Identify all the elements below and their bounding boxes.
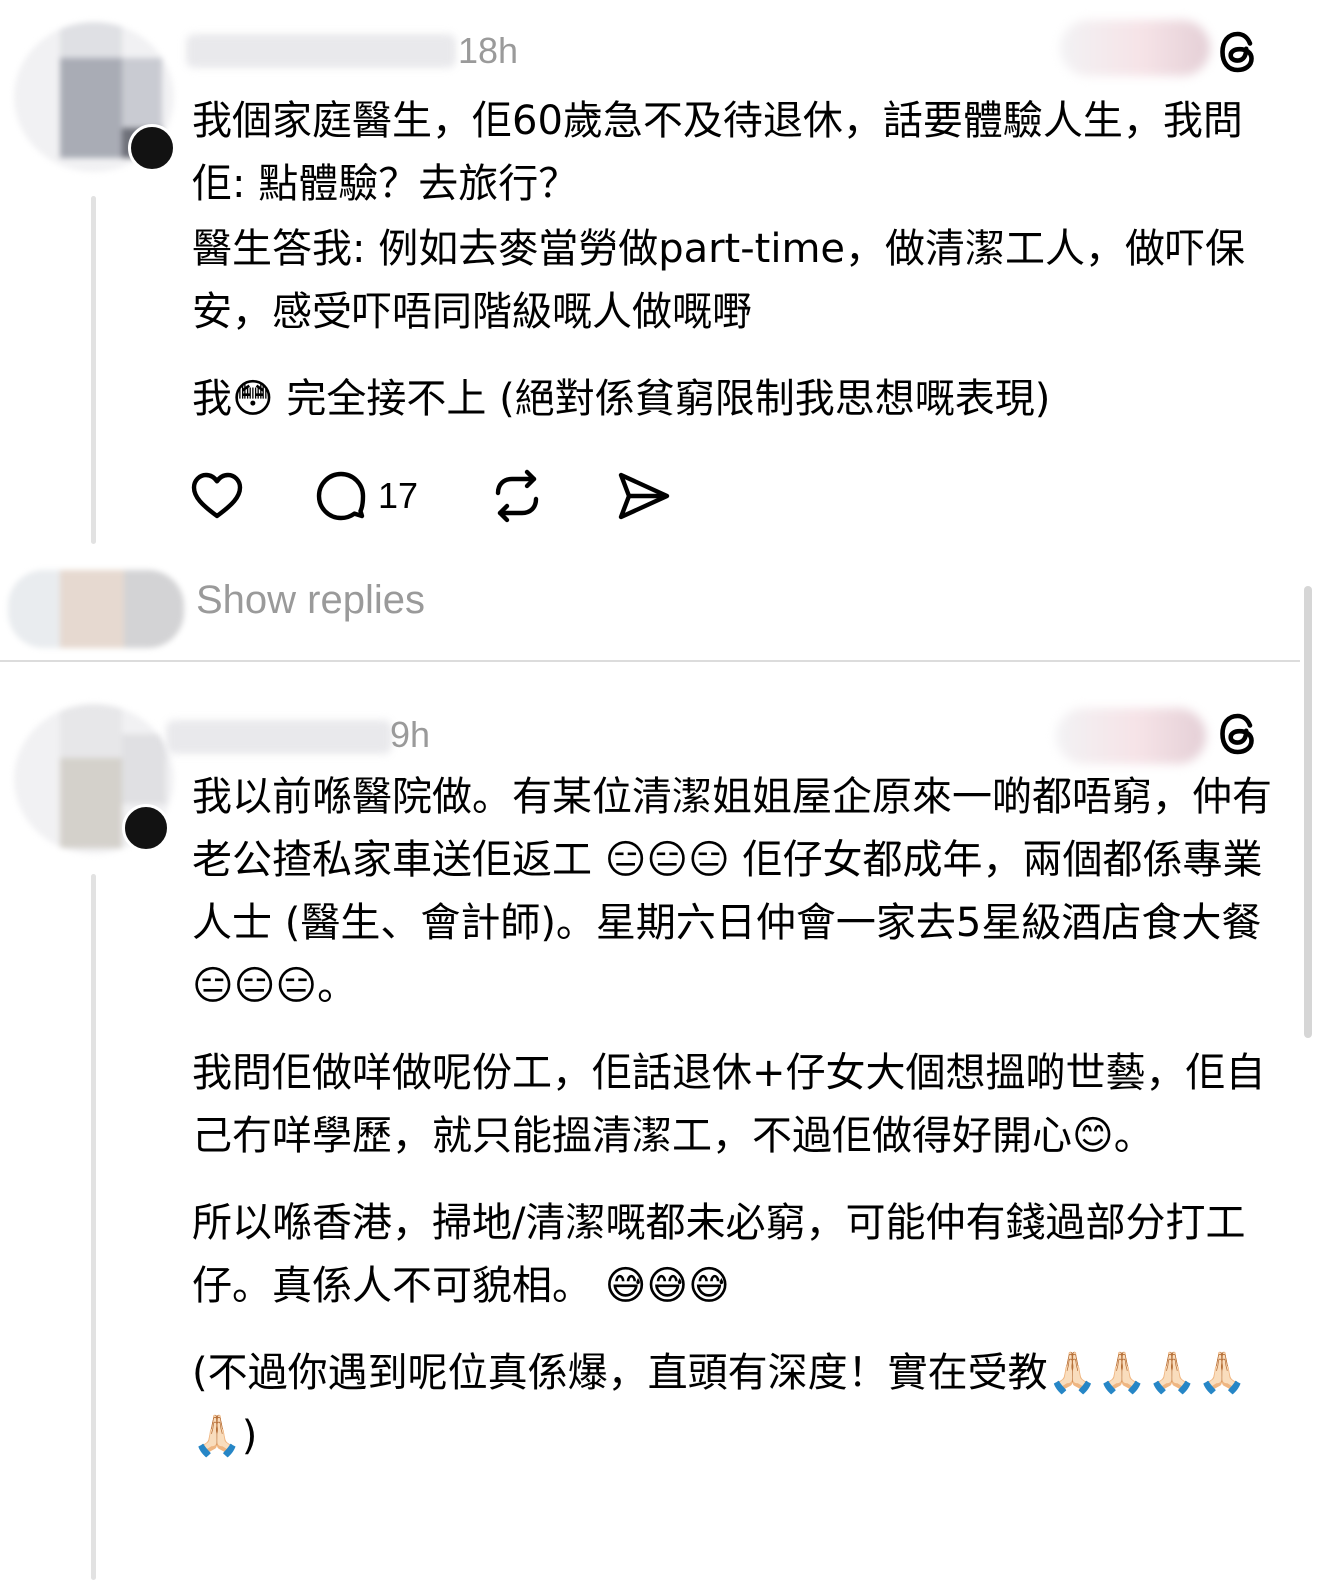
thread-line xyxy=(91,196,96,544)
send-icon xyxy=(618,472,670,520)
scrollbar[interactable] xyxy=(1304,586,1312,1038)
post-body: 我以前喺醫院做。有某位清潔姐姐屋企原來一啲都唔窮，仲有老公揸私家車送佢返工 😑😑… xyxy=(192,766,1272,1468)
timestamp: 9h xyxy=(390,714,431,755)
avatar-badge xyxy=(128,124,176,172)
comment-icon xyxy=(316,471,366,521)
repost-icon xyxy=(495,469,539,523)
post-paragraph: (不過你遇到呢位真係爆，直頭有深度！實在受教🙏🏻🙏🏻🙏🏻🙏🏻🙏🏻) xyxy=(192,1350,1247,1459)
reply-post: 18h 我個家庭醫生，佢60歲急不及待退休，話要體驗人生，我問佢: 點體驗？去旅… xyxy=(0,0,1300,660)
username[interactable] xyxy=(186,34,456,68)
post-paragraph: 我個家庭醫生，佢60歲急不及待退休，話要體驗人生，我問佢: 點體驗？去旅行？ xyxy=(192,98,1243,207)
action-bar: 17 xyxy=(190,468,672,524)
post-paragraph: 我以前喺醫院做。有某位清潔姐姐屋企原來一啲都唔窮，仲有老公揸私家車送佢返工 😑😑… xyxy=(192,774,1272,1009)
reply-post: 9h 我以前喺醫院做。有某位清潔姐姐屋企原來一啲都唔窮，仲有老公揸私家車送佢返工… xyxy=(0,664,1300,1580)
divider xyxy=(0,660,1300,662)
post-body: 我個家庭醫生，佢60歲急不及待退休，話要體驗人生，我問佢: 點體驗？去旅行？ 醫… xyxy=(192,90,1272,431)
show-replies-button[interactable]: Show replies xyxy=(196,578,425,623)
post-paragraph: 所以喺香港，掃地/清潔嘅都未必窮，可能仲有錢過部分打工仔。真係人不可貌相。 😅😅… xyxy=(192,1200,1246,1309)
avatar-badge xyxy=(122,804,170,852)
post-paragraph: 我😳 完全接不上 (絕對係貧窮限制我思想嘅表現) xyxy=(192,376,1051,422)
share-button[interactable] xyxy=(616,470,672,522)
thread-line xyxy=(91,874,96,1580)
post-paragraph: 醫生答我: 例如去麥當勞做part-time，做清潔工人，做吓保安，感受吓唔同階… xyxy=(192,226,1246,335)
post-paragraph: 我問佢做咩做呢份工，佢話退休+仔女大個想搵啲世藝，佢自己冇咩學歷，就只能搵清潔工… xyxy=(192,1050,1266,1159)
threads-icon[interactable] xyxy=(1214,28,1262,76)
like-button[interactable] xyxy=(190,471,244,521)
replies-avatar[interactable] xyxy=(8,570,184,648)
blurred-badge xyxy=(1056,708,1206,764)
blurred-badge xyxy=(1060,20,1210,76)
heart-icon xyxy=(191,472,243,519)
repost-button[interactable] xyxy=(490,469,544,523)
comment-count: 17 xyxy=(378,475,419,516)
threads-icon[interactable] xyxy=(1214,710,1262,758)
comment-button[interactable]: 17 xyxy=(314,469,418,523)
timestamp: 18h xyxy=(458,30,519,71)
username[interactable] xyxy=(166,720,392,754)
